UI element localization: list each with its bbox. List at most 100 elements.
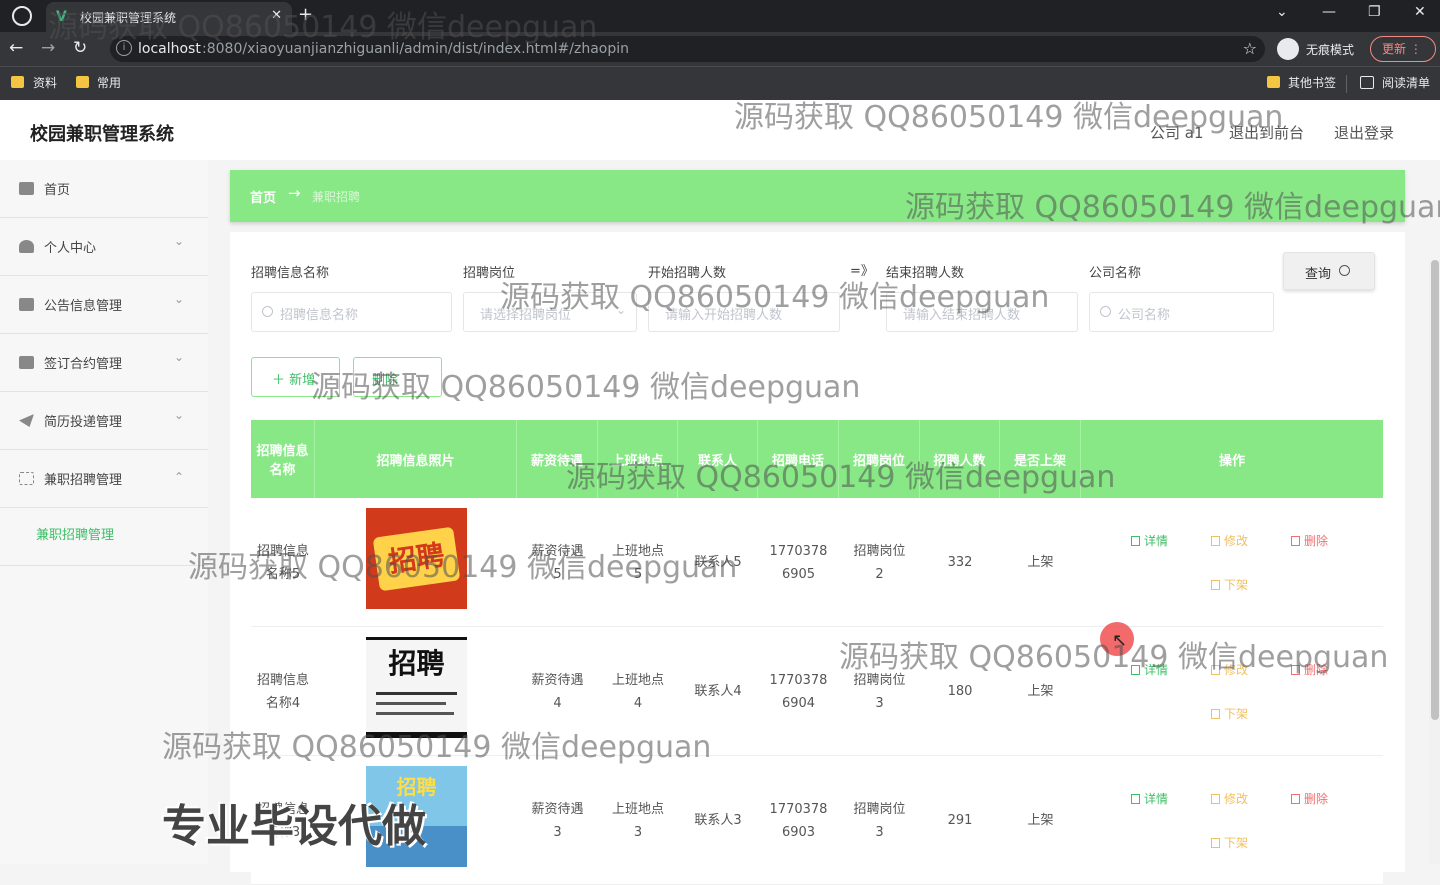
column-header-phone[interactable]: 招聘电话	[758, 420, 839, 498]
cell-count: 180	[947, 684, 973, 699]
delete-button[interactable]: 删除	[1291, 661, 1328, 678]
filter-start-input[interactable]: 请输入开始招聘人数	[648, 292, 840, 332]
reload-icon[interactable]: ↻	[73, 38, 87, 58]
detail-label: 详情	[1144, 792, 1169, 806]
edit-icon	[1211, 794, 1220, 804]
unpublish-button[interactable]: 下架	[1211, 576, 1248, 593]
filter-start-label: 开始招聘人数	[648, 266, 727, 281]
update-button[interactable]: 更新 ⋮	[1370, 36, 1436, 62]
detail-button[interactable]: 详情	[1131, 661, 1168, 678]
sidebar-item-home[interactable]: 首页	[0, 160, 208, 218]
sidebar-item-label: 首页	[44, 183, 71, 198]
bookmark-star-icon[interactable]: ☆	[1243, 39, 1257, 58]
sidebar-item-notice[interactable]: 公告信息管理 ⌄	[0, 276, 208, 334]
job-photo-thumbnail[interactable]: 招聘	[366, 508, 467, 609]
close-window-button[interactable]: ✕	[1414, 4, 1426, 20]
column-header-location[interactable]: 上班地点	[598, 420, 678, 498]
cell-contact: 联系人5	[694, 555, 742, 570]
column-header-contact[interactable]: 联系人	[678, 420, 758, 498]
filter-end-input[interactable]: 请输入结束招聘人数	[886, 292, 1078, 332]
add-button[interactable]: ＋ 新增	[251, 357, 340, 397]
query-button[interactable]: 查询	[1283, 252, 1375, 290]
filter-start-placeholder: 请输入开始招聘人数	[665, 308, 783, 323]
cell-text: 2	[875, 566, 884, 582]
sidebar-item-profile[interactable]: 个人中心 ⌄	[0, 218, 208, 276]
batch-delete-button[interactable]: 删除	[353, 357, 442, 397]
bookmark-ziliao[interactable]: 资料	[33, 74, 57, 91]
cell-text: 1770378	[769, 543, 828, 559]
scrollbar-thumb[interactable]	[1431, 260, 1439, 720]
cell-location: 上班地点 3	[598, 756, 678, 885]
cell-text: 1770378	[769, 801, 828, 817]
filter-end-label: 结束招聘人数	[886, 266, 965, 281]
logout-link[interactable]: 退出登录	[1334, 122, 1394, 143]
vue-favicon-icon: V	[56, 9, 67, 25]
cell-text: 4	[633, 695, 643, 711]
incognito-label: 无痕模式	[1306, 43, 1355, 57]
job-photo-thumbnail[interactable]: 招聘	[366, 637, 467, 738]
search-icon	[262, 306, 273, 317]
range-separator: =》	[850, 264, 874, 279]
cell-status: 上架	[1027, 813, 1054, 828]
back-to-front-link[interactable]: 退出到前台	[1229, 122, 1304, 143]
column-header-count[interactable]: 招聘人数	[920, 420, 1000, 498]
contract-icon	[19, 356, 34, 369]
delete-button[interactable]: 删除	[1291, 790, 1328, 807]
edit-button[interactable]: 修改	[1211, 532, 1248, 549]
edit-label: 修改	[1224, 534, 1249, 548]
restore-button[interactable]: ❐	[1368, 4, 1381, 20]
edit-button[interactable]: 修改	[1211, 661, 1248, 678]
cell-text: 3	[633, 824, 643, 840]
sidebar-item-label: 简历投递管理	[44, 415, 123, 430]
filter-position-select[interactable]: 请选择招聘岗位 ⌄	[463, 292, 637, 332]
detail-button[interactable]: 详情	[1131, 790, 1168, 807]
del-label: 删除	[1304, 792, 1329, 806]
cell-text: 薪资待遇	[531, 543, 584, 559]
new-tab-button[interactable]: +	[298, 4, 313, 25]
cell-phone: 1770378 6904	[758, 627, 839, 756]
sidebar-item-label: 公告信息管理	[44, 299, 123, 314]
edit-button[interactable]: 修改	[1211, 790, 1248, 807]
del-label: 删除	[1304, 534, 1329, 548]
delete-button[interactable]: 删除	[1291, 532, 1328, 549]
browser-tab[interactable]: V 校园兼职管理系统 ✕	[46, 2, 292, 32]
column-header-name[interactable]: 招聘信息名称	[251, 420, 315, 498]
down-label: 下架	[1224, 707, 1249, 721]
minimize-button[interactable]: —	[1322, 4, 1336, 20]
unpublish-button[interactable]: 下架	[1211, 834, 1248, 851]
chevron-down-icon: ⌄	[174, 408, 185, 422]
sidebar-item-resume[interactable]: 简历投递管理 ⌄	[0, 392, 208, 450]
delete-label: 删除	[372, 373, 399, 388]
sidebar-item-jobs[interactable]: 兼职招聘管理 ⌃	[0, 450, 208, 508]
tab-search-icon[interactable]: ⌄	[1276, 4, 1288, 20]
tab-close-icon[interactable]: ✕	[271, 8, 282, 23]
chevron-down-icon: ⌄	[174, 234, 185, 248]
filter-name-input[interactable]: 招聘信息名称	[251, 292, 452, 332]
bookmark-divider	[1346, 75, 1347, 93]
chevron-up-icon: ⌃	[174, 470, 185, 484]
unpublish-button[interactable]: 下架	[1211, 705, 1248, 722]
url-field[interactable]: i localhost :8080/xiaoyuanjianzhiguanli/…	[110, 36, 1265, 62]
cell-name: 招聘信息 名称5	[251, 498, 315, 627]
detail-button[interactable]: 详情	[1131, 532, 1168, 549]
sidebar-sub-item-jobs[interactable]: 兼职招聘管理	[0, 508, 208, 558]
column-header-status[interactable]: 是否上架	[1000, 420, 1081, 498]
bookmark-other[interactable]: 其他书签	[1288, 74, 1336, 91]
cell-status: 上架	[1027, 684, 1054, 699]
site-info-icon[interactable]: i	[116, 40, 132, 56]
chevron-down-icon: ⌄	[174, 292, 185, 306]
breadcrumb-home[interactable]: 首页	[250, 187, 276, 206]
sidebar-item-contract[interactable]: 签订合约管理 ⌄	[0, 334, 208, 392]
filter-company-input[interactable]: 公司名称	[1089, 292, 1274, 332]
cell-salary: 薪资待遇 3	[517, 756, 598, 885]
cell-text: 招聘信息	[256, 672, 309, 688]
breadcrumb: 首页 → 兼职招聘	[230, 170, 1405, 222]
sidebar-sub-item-label: 兼职招聘管理	[36, 528, 115, 543]
bookmark-reading-list[interactable]: 阅读清单	[1382, 74, 1430, 91]
forward-arrow-icon[interactable]: →	[41, 38, 55, 58]
column-header-salary[interactable]: 薪资待遇	[517, 420, 598, 498]
back-arrow-icon[interactable]: ←	[9, 38, 23, 58]
bookmark-changyong[interactable]: 常用	[97, 74, 121, 91]
column-header-position[interactable]: 招聘岗位	[839, 420, 920, 498]
column-header-photo[interactable]: 招聘信息照片	[315, 420, 517, 498]
